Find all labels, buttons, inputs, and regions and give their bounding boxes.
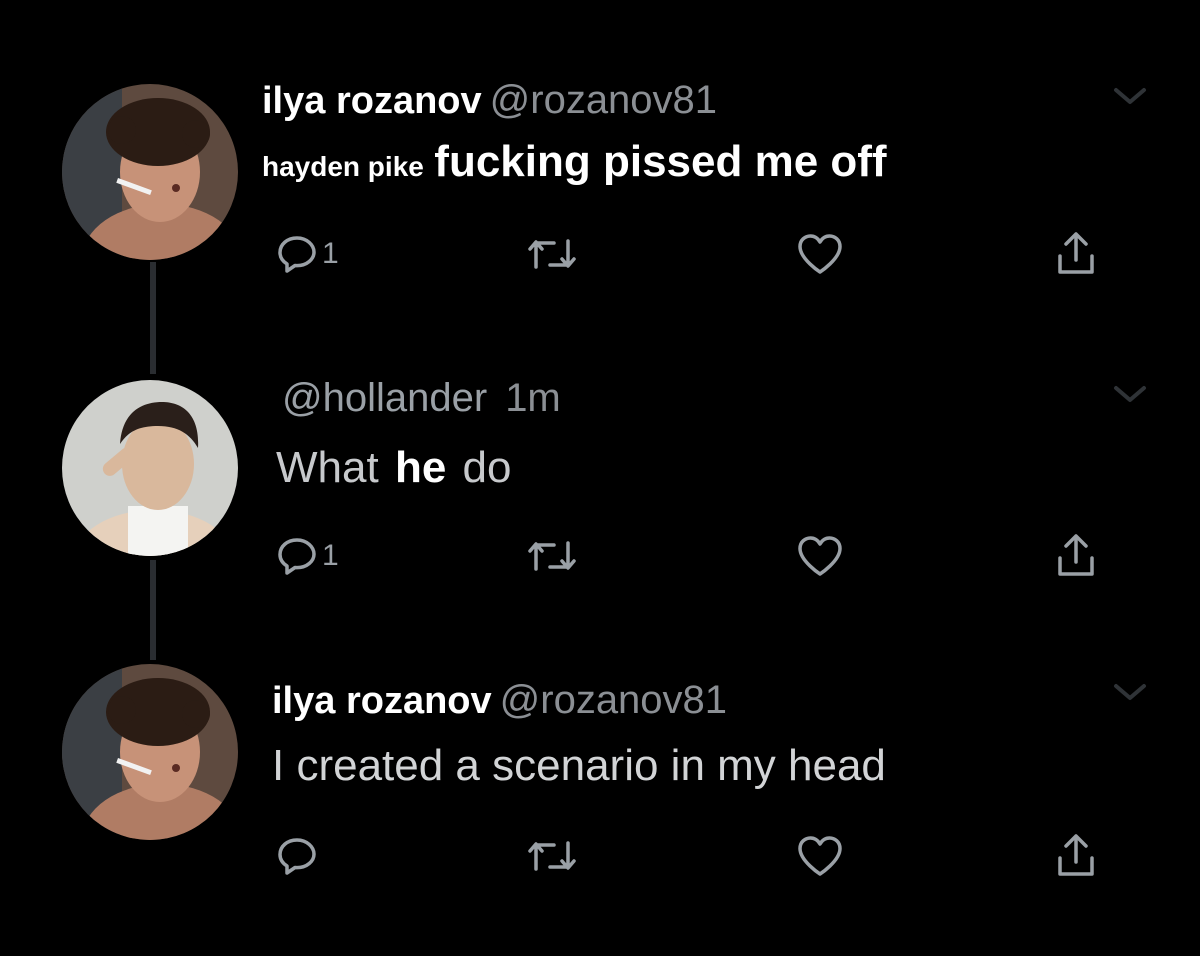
retweet-button[interactable] [526,530,578,582]
tweet-text-bold: he [394,443,447,492]
tweet-text-before: What [276,443,379,492]
avatar[interactable] [62,664,238,840]
timestamp[interactable]: 1m [505,376,561,420]
chevron-down-icon[interactable] [1110,382,1150,406]
like-icon [796,534,844,578]
reply-count: 1 [322,539,339,572]
retweet-icon [526,233,578,275]
tweet-text-small: hayden pike [262,151,424,182]
user-handle[interactable]: @rozanov81 [490,78,717,122]
share-button[interactable] [1054,830,1098,882]
like-button[interactable] [796,530,844,582]
share-button[interactable] [1054,228,1098,280]
retweet-icon [526,835,578,877]
retweet-icon [526,535,578,577]
like-button[interactable] [796,830,844,882]
tweet-header: ilya rozanov @rozanov81 [262,80,717,120]
share-icon [1054,230,1098,278]
reply-icon [276,535,318,577]
like-button[interactable] [796,228,844,280]
tweet-actions: 1 [276,530,1136,582]
tweet[interactable]: @hollander 1m What he do 1 [0,320,1200,640]
tweet-actions: 1 [276,228,1136,280]
like-icon [796,232,844,276]
like-icon [796,834,844,878]
chevron-down-icon[interactable] [1110,680,1150,704]
tweet-actions [276,830,1136,882]
tweet[interactable]: ilya rozanov @rozanov81 I created a scena… [0,640,1200,956]
retweet-button[interactable] [526,228,578,280]
user-handle[interactable]: @rozanov81 [500,678,727,722]
tweet-text-after: do [462,443,512,492]
tweet-text-big: fucking pissed me off [434,137,887,186]
display-name[interactable]: ilya rozanov [272,680,492,722]
share-icon [1054,832,1098,880]
tweet-text-content: I created a scenario in my head [272,741,886,790]
avatar[interactable] [62,84,238,260]
reply-icon [276,835,318,877]
reply-button[interactable] [276,830,322,882]
user-handle[interactable]: @hollander [282,376,487,420]
reply-button[interactable]: 1 [276,228,339,280]
tweet-text: What he do [262,446,511,490]
tweet-header: ilya rozanov @rozanov81 [272,680,727,720]
tweet-text: I created a scenario in my head [272,744,886,788]
tweet-header: @hollander 1m [262,378,561,418]
reply-count: 1 [322,237,339,270]
reply-button[interactable]: 1 [276,530,339,582]
share-icon [1054,532,1098,580]
display-name[interactable]: ilya rozanov [262,80,482,122]
tweet-text: hayden pike fucking pissed me off [262,140,887,184]
share-button[interactable] [1054,530,1098,582]
tweet[interactable]: ilya rozanov @rozanov81 hayden pike fucki… [0,0,1200,320]
reply-icon [276,233,318,275]
retweet-button[interactable] [526,830,578,882]
avatar[interactable] [62,380,238,556]
chevron-down-icon[interactable] [1110,84,1150,108]
